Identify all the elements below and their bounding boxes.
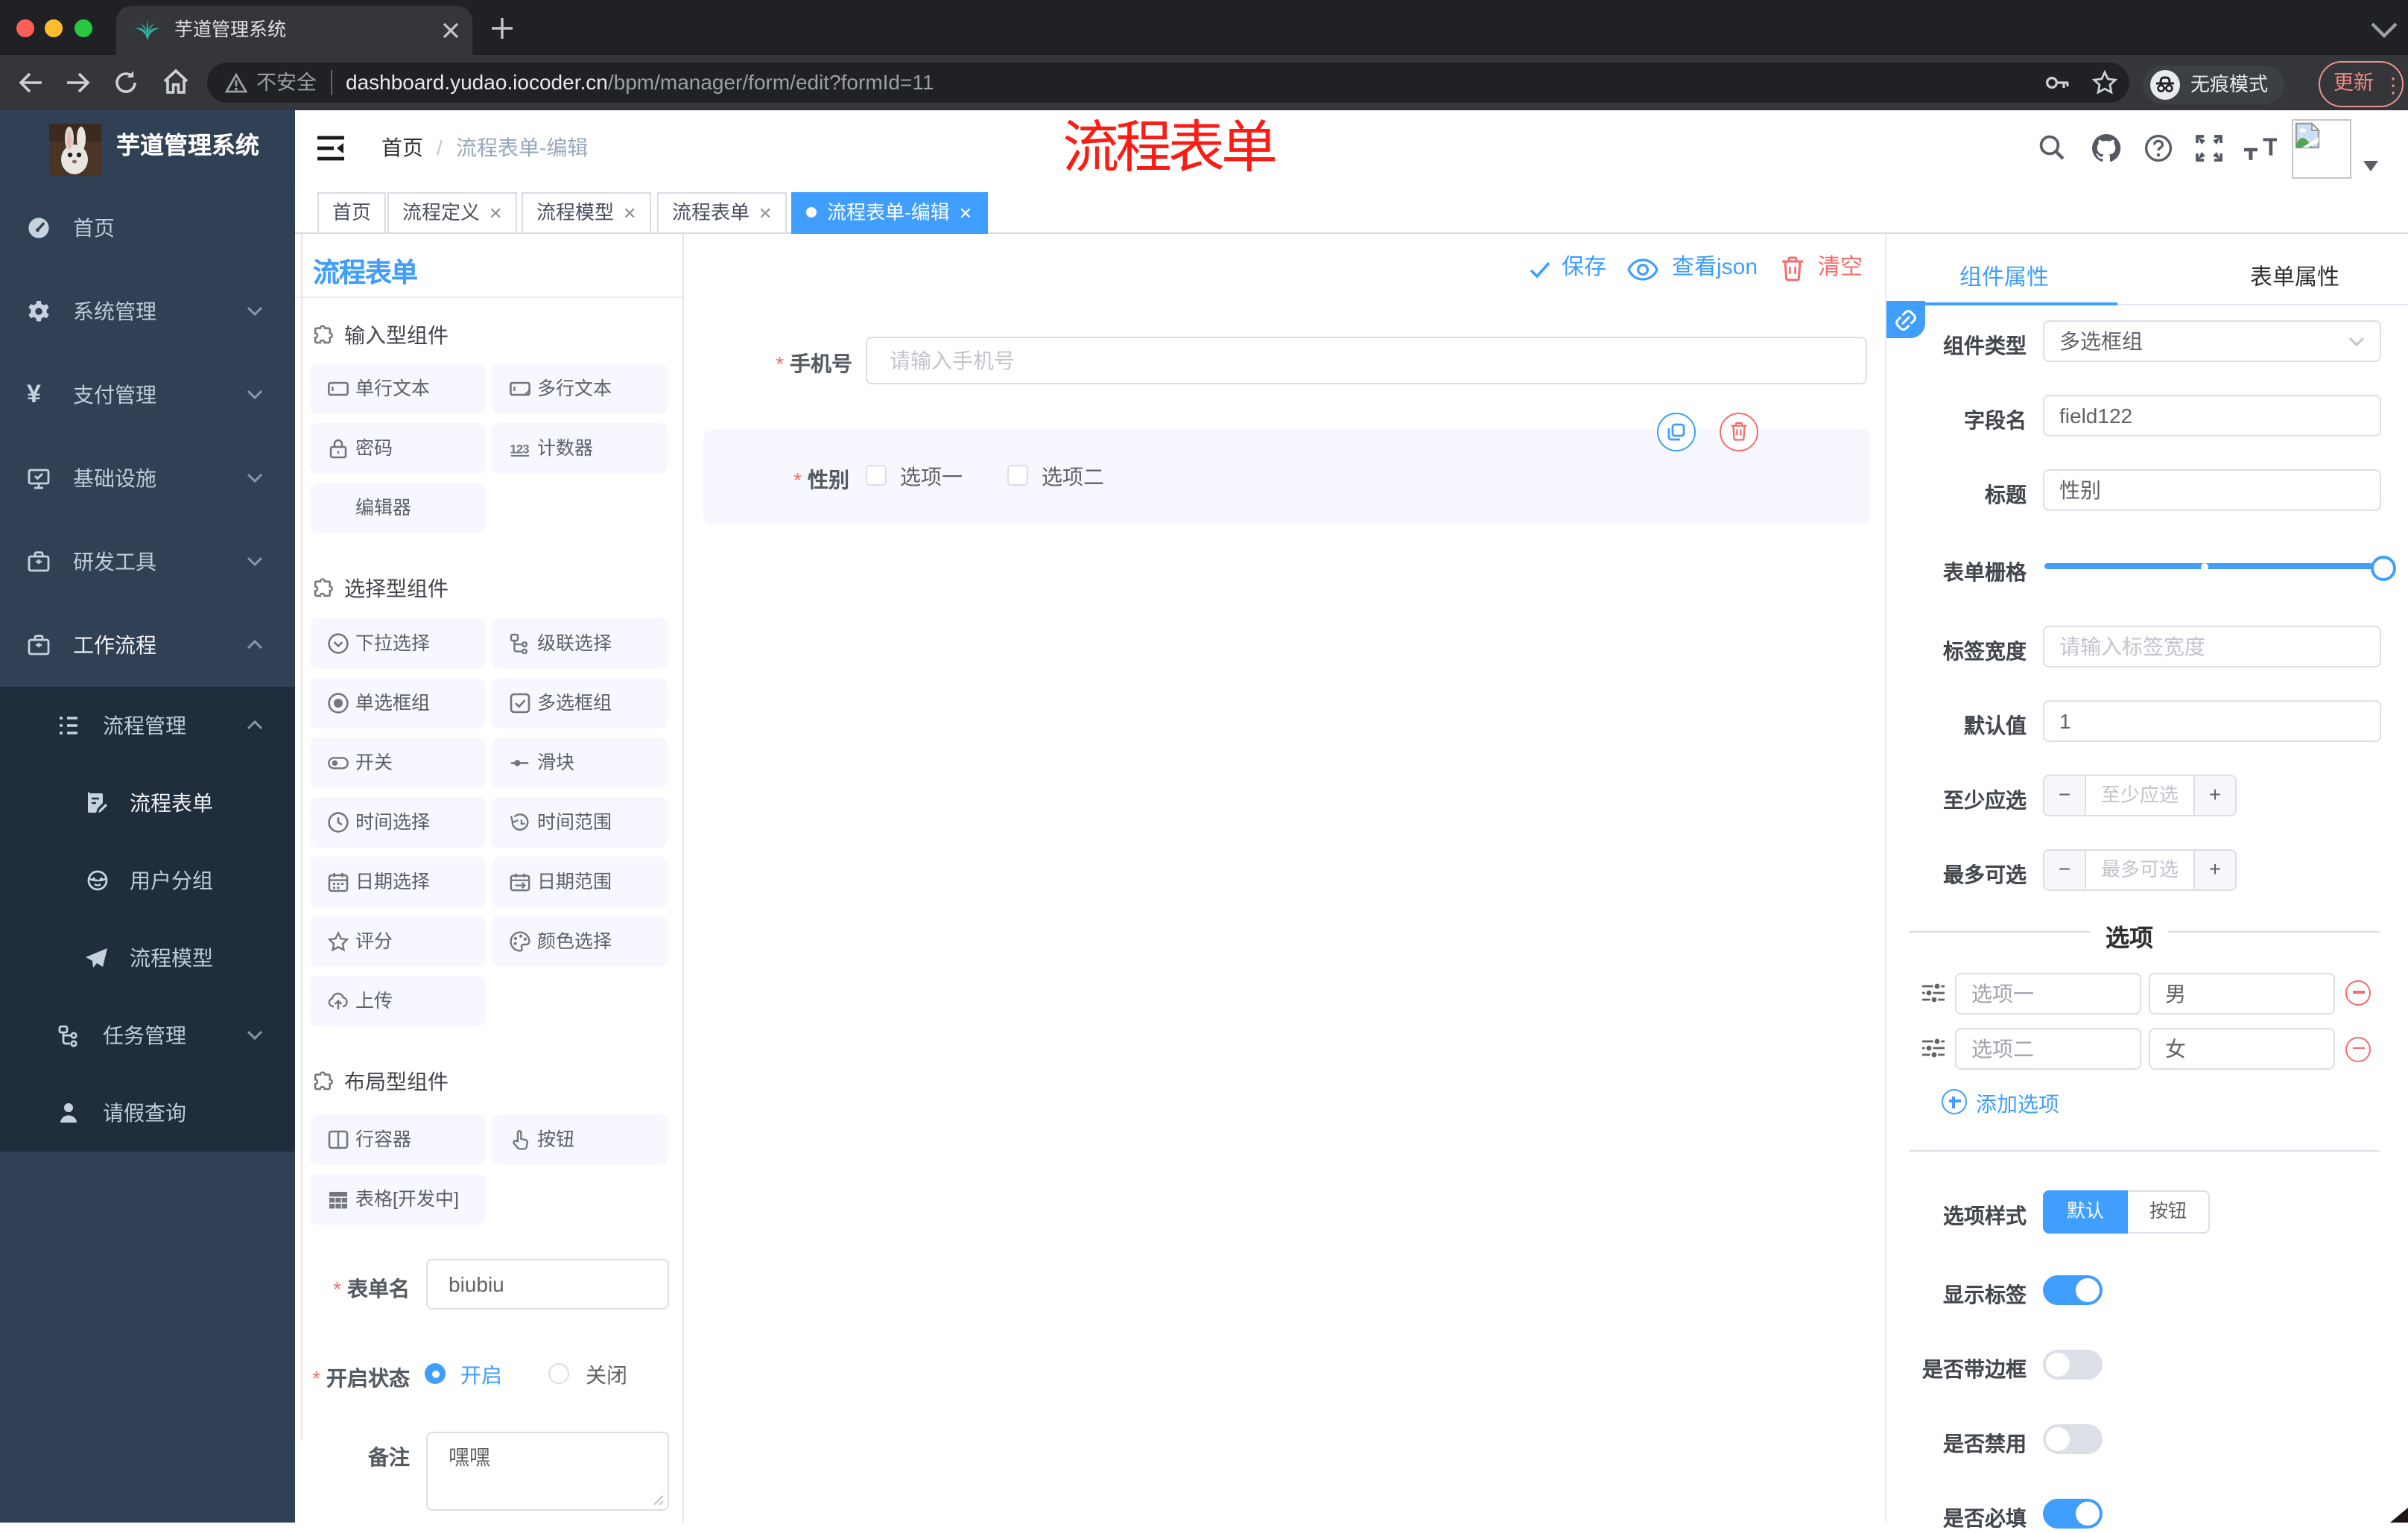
svg-text:123: 123 bbox=[510, 443, 529, 457]
